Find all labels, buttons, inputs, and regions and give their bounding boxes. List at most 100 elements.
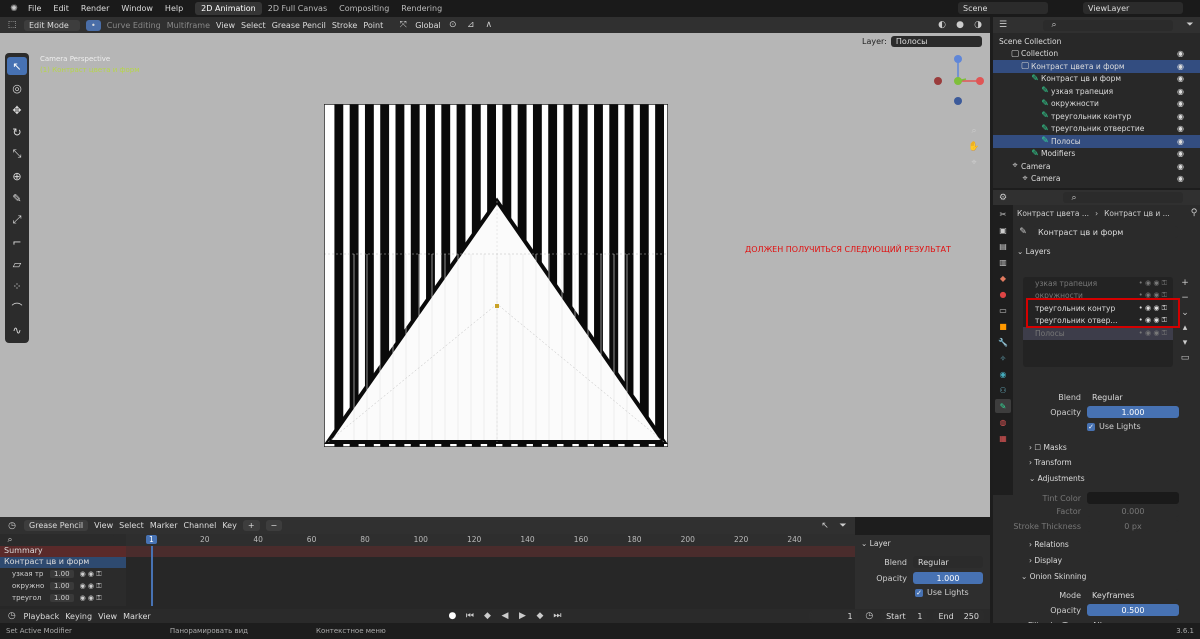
menu-stroke[interactable]: Stroke xyxy=(332,21,358,30)
keying-menu[interactable]: Keying xyxy=(65,612,92,621)
viewlayer-selector[interactable]: ViewLayer xyxy=(1083,2,1183,14)
menu-file[interactable]: File xyxy=(22,4,47,13)
transform-orientation-icon[interactable]: ⤧ xyxy=(397,19,409,31)
dopesheet-view[interactable]: View xyxy=(94,521,113,530)
render-tab-icon[interactable]: ▣ xyxy=(995,223,1011,237)
tint-color-swatch[interactable] xyxy=(1087,492,1179,504)
next-key-icon[interactable]: ◆ xyxy=(534,610,546,622)
visibility-eye-icon[interactable]: ◉ xyxy=(1177,74,1184,83)
scene-tab-icon[interactable]: ◆ xyxy=(995,271,1011,285)
playhead[interactable] xyxy=(151,546,153,606)
layer-item[interactable]: Полосы • ◉ ◉ ⚿ xyxy=(1023,327,1173,340)
mode-selector[interactable]: Edit Mode xyxy=(24,19,80,31)
jump-start-icon[interactable]: ⏮ xyxy=(464,610,476,622)
properties-search[interactable]: ⌕ xyxy=(1063,192,1183,203)
jump-end-icon[interactable]: ⏭ xyxy=(552,610,564,622)
outliner-item[interactable]: ✎ Modifiers ◉ xyxy=(993,148,1200,161)
channel-opacity[interactable]: 1.00 xyxy=(50,570,74,578)
add-layer-button[interactable]: + xyxy=(242,520,260,531)
outliner-item[interactable]: ✎ треугольник контур ◉ xyxy=(993,110,1200,123)
channel-toggle-icons[interactable]: ◉ ◉ ⚿ xyxy=(80,582,102,591)
pivot-icon[interactable]: ⊙ xyxy=(447,19,459,31)
outliner-item[interactable]: ▢ Контраст цвета и форм ◉ xyxy=(993,60,1200,73)
material-tab-icon[interactable]: ◍ xyxy=(995,415,1011,429)
visibility-eye-icon[interactable]: ◉ xyxy=(1177,112,1184,121)
tab-compositing[interactable]: Compositing xyxy=(333,2,395,15)
view-layer-tab-icon[interactable]: ▥ xyxy=(995,255,1011,269)
outliner-item[interactable]: ✎ окружности ◉ xyxy=(993,98,1200,111)
outliner-root[interactable]: Scene Collection xyxy=(993,35,1200,48)
falloff-icon[interactable]: ∧ xyxy=(483,19,495,31)
drawing-canvas[interactable] xyxy=(324,104,668,447)
timeline-view-menu[interactable]: View xyxy=(98,612,117,621)
data-tab-icon[interactable]: ✎ xyxy=(995,399,1011,413)
annotate-tool-icon[interactable]: ✎ xyxy=(7,189,27,207)
display-icon[interactable]: ▭ xyxy=(1179,352,1191,364)
viewport[interactable]: Camera Perspective (1) Контраст цвета и … xyxy=(0,33,990,517)
channel-row[interactable]: окружно 1.00 ◉ ◉ ⚿ xyxy=(0,580,126,592)
visibility-eye-icon[interactable]: ◉ xyxy=(1177,137,1184,146)
visibility-eye-icon[interactable]: ◉ xyxy=(1177,149,1184,158)
menu-render[interactable]: Render xyxy=(75,4,115,13)
outliner-item[interactable]: ✎ Контраст цв и форм ◉ xyxy=(993,73,1200,86)
rotate-tool-icon[interactable]: ↻ xyxy=(7,123,27,141)
dopesheet-marker[interactable]: Marker xyxy=(150,521,178,530)
playback-menu[interactable]: Playback xyxy=(24,612,60,621)
scene-selector[interactable]: Scene xyxy=(958,2,1048,14)
onion-opacity-slider[interactable]: 0.500 xyxy=(1087,604,1179,616)
dopesheet-key[interactable]: Key xyxy=(222,521,237,530)
bend-tool-icon[interactable]: ⌐ xyxy=(7,233,27,251)
curve-editing-label[interactable]: Curve Editing xyxy=(107,21,161,30)
record-icon[interactable]: ● xyxy=(447,610,459,622)
outliner-item[interactable]: ⌖ Camera ◉ xyxy=(993,160,1200,173)
display-subpanel[interactable]: › Display xyxy=(1029,556,1062,565)
channel-search[interactable] xyxy=(20,535,116,545)
add-layer-icon[interactable]: + xyxy=(1179,277,1191,289)
dopesheet-channel[interactable]: Channel xyxy=(183,521,216,530)
visibility-eye-icon[interactable]: ◉ xyxy=(1177,174,1184,183)
filter-icon[interactable]: ⏷ xyxy=(1184,19,1196,31)
object-tab-icon[interactable]: ■ xyxy=(995,319,1011,333)
play-icon[interactable]: ▶ xyxy=(517,610,529,622)
side-layer-header[interactable]: ⌄ Layer xyxy=(855,535,990,552)
channel-opacity[interactable]: 1.00 xyxy=(50,582,74,590)
menu-help[interactable]: Help xyxy=(159,4,189,13)
menu-grease-pencil[interactable]: Grease Pencil xyxy=(272,21,326,30)
visibility-eye-icon[interactable]: ◉ xyxy=(1177,99,1184,108)
layer-visibility-icons[interactable]: • ◉ ◉ ⚿ xyxy=(1139,329,1167,338)
factor-slider[interactable]: 0.000 xyxy=(1087,505,1179,517)
layer-menu-icon[interactable]: ⌄ xyxy=(1179,307,1191,319)
cursor-tool-icon[interactable]: ◎ xyxy=(7,79,27,97)
effects-tab-icon[interactable]: ✧ xyxy=(995,351,1011,365)
pan-hand-icon[interactable]: ✋ xyxy=(968,141,980,153)
timeline-marker-menu[interactable]: Marker xyxy=(123,612,151,621)
transform-subpanel[interactable]: › Transform xyxy=(1029,458,1072,467)
snap-icon[interactable]: ⊿ xyxy=(465,19,477,31)
channel-opacity[interactable]: 1.00 xyxy=(50,594,74,602)
prev-key-icon[interactable]: ◆ xyxy=(482,610,494,622)
side-blend-select[interactable]: Regular xyxy=(913,556,983,568)
scale-tool-icon[interactable]: ⤡ xyxy=(7,145,27,163)
start-frame-field[interactable]: Start 1 xyxy=(881,610,928,622)
timeline-type-icon[interactable]: ◷ xyxy=(6,610,18,622)
overlay-icon[interactable]: ◐ xyxy=(936,19,948,31)
adjustments-subpanel[interactable]: ⌄ Adjustments xyxy=(1029,474,1085,483)
menu-select[interactable]: Select xyxy=(241,21,266,30)
channel-row[interactable]: треугол 1.00 ◉ ◉ ⚿ xyxy=(0,592,126,604)
breadcrumb-data[interactable]: Контраст цв и ... xyxy=(1104,209,1170,218)
current-frame-field[interactable]: 1 xyxy=(809,610,858,622)
navigation-gizmo[interactable] xyxy=(930,53,986,109)
outliner-type-icon[interactable]: ☰ xyxy=(997,19,1009,31)
shear-tool-icon[interactable]: ▱ xyxy=(7,255,27,273)
stroke-thickness-field[interactable]: 0 px xyxy=(1087,520,1179,532)
texture-tab-icon[interactable]: ▦ xyxy=(995,431,1011,445)
menu-view[interactable]: View xyxy=(216,21,235,30)
outliner-item[interactable]: ▢ Collection ◉ xyxy=(993,48,1200,61)
visibility-eye-icon[interactable]: ◉ xyxy=(1177,124,1184,133)
select-tool-icon[interactable]: ↖ xyxy=(7,57,27,75)
channel-row[interactable]: узкая тр 1.00 ◉ ◉ ⚿ xyxy=(0,568,126,580)
side-use-lights-checkbox[interactable]: ✓ xyxy=(915,588,923,597)
visibility-eye-icon[interactable]: ◉ xyxy=(1177,49,1184,58)
interpolate-tool-icon[interactable]: ∿ xyxy=(7,321,27,339)
visibility-eye-icon[interactable]: ◉ xyxy=(1177,87,1184,96)
